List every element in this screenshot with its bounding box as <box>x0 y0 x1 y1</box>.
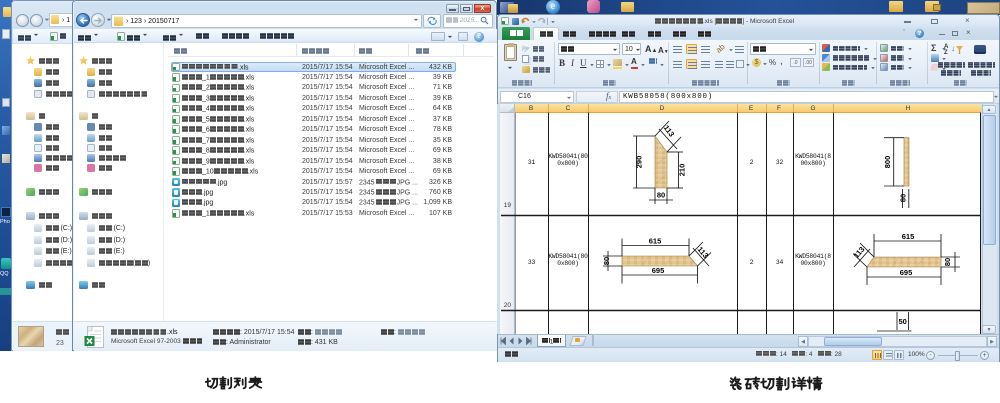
svg-text:800: 800 <box>883 156 892 169</box>
svg-text:615: 615 <box>649 237 662 246</box>
svg-text:50: 50 <box>899 317 907 326</box>
svg-text:80: 80 <box>657 191 665 200</box>
svg-text:290: 290 <box>635 156 644 169</box>
svg-text:80: 80 <box>943 258 952 266</box>
svg-text:695: 695 <box>900 268 913 277</box>
svg-text:80: 80 <box>899 194 908 202</box>
svg-text:695: 695 <box>652 266 665 275</box>
svg-text:113: 113 <box>662 123 676 138</box>
svg-text:615: 615 <box>902 232 915 241</box>
svg-text:210: 210 <box>678 164 687 177</box>
svg-text:80: 80 <box>602 257 611 265</box>
